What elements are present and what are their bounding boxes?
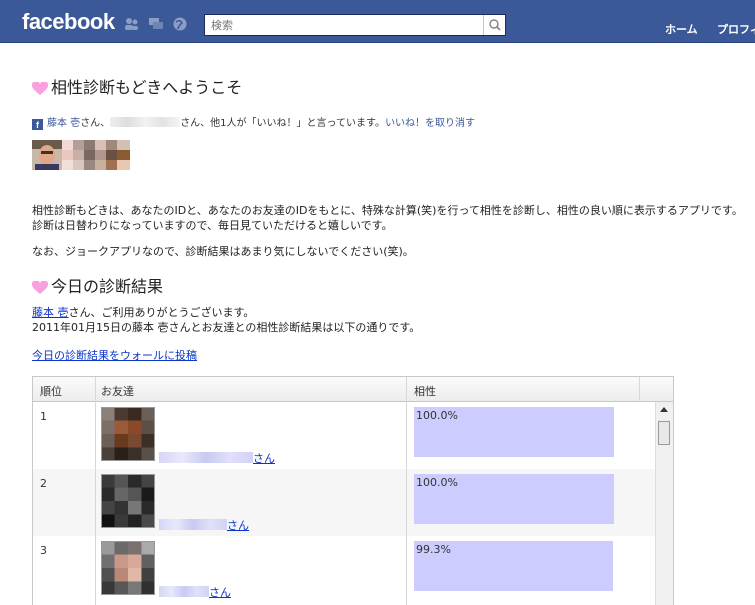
top-bar: facebook ホーム プロフィ [0,0,755,43]
description-line-1: 相性診断もどきは、あなたのIDと、あなたのお友達のIDをもとに、特殊な計算(笑)… [32,204,743,217]
friend-requests-icon[interactable] [124,17,139,31]
heart-icon [32,280,48,294]
like-summary: f 藤本 壱さん、 さん、他1人が「いいね！」と言っています。いいね！を取り消す [32,114,475,130]
table-row: 3 さん 99.3% [33,536,655,603]
compatibility-bar: 100.0% [414,474,614,524]
search-button[interactable] [483,15,505,35]
rank-cell: 2 [40,477,47,490]
friend-name-link[interactable]: さん [159,450,275,466]
welcome-heading: 相性診断もどきへようこそ [32,74,242,98]
scrollbar-thumb[interactable] [658,421,670,445]
scroll-up-arrow-icon[interactable] [660,407,668,412]
header-friend[interactable]: お友達 [101,383,134,399]
description-line-2: 診断は日替わりになっていますので、毎日見ていただけると嬉しいです。 [32,219,393,232]
blurred-friend-name [159,452,253,463]
table-row: 1 さん 100.0% [33,402,655,469]
name-suffix: さん [209,586,231,599]
date-line: 2011年01月15日の藤本 壱さんとお友達との相性診断結果は以下の通りです。 [32,321,421,334]
notifications-globe-icon[interactable] [173,17,188,31]
compatibility-bar: 100.0% [414,407,614,457]
header-rank[interactable]: 順位 [40,383,62,399]
blurred-friend-name [159,586,209,597]
avatar-liker-1[interactable] [32,140,62,170]
post-to-wall-line: 今日の診断結果をウォールに投稿 [32,348,197,364]
unlike-link[interactable]: いいね！を取り消す [385,118,475,129]
table-scrollbar[interactable] [655,402,673,605]
thanks-text: さん、ご利用ありがとうございます。 [68,306,255,319]
compatibility-bar: 99.3% [414,541,613,591]
liker-name-link[interactable]: 藤本 壱 [47,118,80,129]
heart-icon [32,81,48,95]
blurred-friend-name [159,519,227,530]
name-suffix: さん [253,452,275,465]
name-suffix: さん [227,519,249,532]
like-text-2: さん、他1人が「いいね！」と言っています。 [180,118,386,129]
results-heading: 今日の診断結果 [32,273,163,297]
column-divider [95,377,96,605]
user-name-link[interactable]: 藤本 壱 [32,306,69,319]
search-box [204,14,506,36]
rank-cell: 3 [40,544,47,557]
friend-photo-pixelated[interactable] [101,474,155,528]
compatibility-value: 99.3% [416,543,451,556]
blurred-name [110,117,181,127]
post-to-wall-link[interactable]: 今日の診断結果をウォールに投稿 [32,349,197,362]
nav-profile[interactable]: プロフィ [717,21,755,37]
table-header: 順位 お友達 相性 [33,377,673,402]
results-table: 順位 お友達 相性 1 さん 100.0% 2 さん 100.0% 3 さん 9… [32,376,674,605]
friend-name-link[interactable]: さん [159,517,249,533]
column-divider [406,377,407,605]
avatar-liker-2-pixelated[interactable] [62,140,130,170]
friend-name-link[interactable]: さん [159,584,231,600]
results-title: 今日の診断結果 [51,277,164,296]
facebook-logo[interactable]: facebook [22,9,115,35]
messages-icon[interactable] [149,17,164,31]
friend-photo-pixelated[interactable] [101,407,155,461]
welcome-title: 相性診断もどきへようこそ [51,78,243,97]
compatibility-value: 100.0% [416,409,458,422]
nav-home[interactable]: ホーム [665,21,698,37]
compatibility-value: 100.0% [416,476,458,489]
rank-cell: 1 [40,410,47,423]
search-icon [489,19,501,31]
header-compatibility[interactable]: 相性 [414,383,436,399]
column-divider [639,377,640,402]
table-row: 2 さん 100.0% [33,469,655,536]
facebook-like-icon: f [32,119,43,130]
thanks-line: 藤本 壱さん、ご利用ありがとうございます。 [32,305,254,321]
search-input[interactable] [205,15,481,35]
friend-photo-pixelated[interactable] [101,541,155,595]
like-text-1: さん、 [80,118,111,129]
description-line-3: なお、ジョークアプリなので、診断結果はあまり気にしないでください(笑)。 [32,245,414,258]
